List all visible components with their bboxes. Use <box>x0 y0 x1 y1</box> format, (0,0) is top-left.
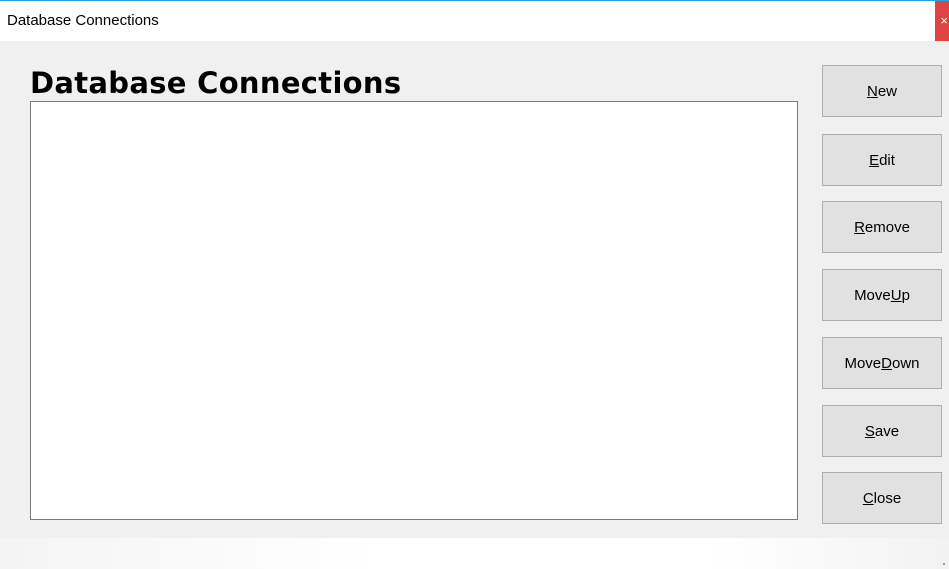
button-label-accelerator: C <box>862 489 874 507</box>
button-label-accelerator: E <box>869 151 880 169</box>
new-button[interactable]: New <box>822 65 942 117</box>
remove-button[interactable]: Remove <box>822 201 942 253</box>
title-bar: Database Connections × <box>0 0 949 41</box>
button-label-accelerator: D <box>881 354 892 372</box>
move-down-button[interactable]: Move Down <box>822 337 942 389</box>
page-title: Database Connections <box>30 66 402 100</box>
button-label-suffix: emove <box>864 218 910 236</box>
button-label-accelerator: S <box>864 422 875 440</box>
database-connections-window: Database Connections × Database Connecti… <box>0 0 949 569</box>
button-label-prefix: Move <box>844 354 882 372</box>
connections-listbox[interactable] <box>30 101 798 520</box>
move-up-button[interactable]: Move Up <box>822 269 942 321</box>
close-button[interactable]: Close <box>822 472 942 524</box>
button-label-suffix: ew <box>877 82 898 100</box>
button-label-suffix: p <box>901 286 910 304</box>
status-bar <box>0 538 949 569</box>
close-window-button[interactable]: × <box>935 1 949 41</box>
button-label-accelerator: R <box>854 218 865 236</box>
save-button[interactable]: Save <box>822 405 942 457</box>
resize-grip-icon[interactable] <box>943 563 945 565</box>
edit-button[interactable]: Edit <box>822 134 942 186</box>
button-label-prefix: Move <box>854 286 891 304</box>
close-icon: × <box>940 13 948 28</box>
button-label-suffix: ave <box>874 422 900 440</box>
button-label-accelerator: U <box>890 286 902 304</box>
button-label-accelerator: N <box>866 82 878 100</box>
button-label-suffix: lose <box>873 489 902 507</box>
window-title: Database Connections <box>7 12 159 29</box>
button-label-suffix: dit <box>879 151 895 169</box>
button-label-suffix: own <box>892 354 920 372</box>
